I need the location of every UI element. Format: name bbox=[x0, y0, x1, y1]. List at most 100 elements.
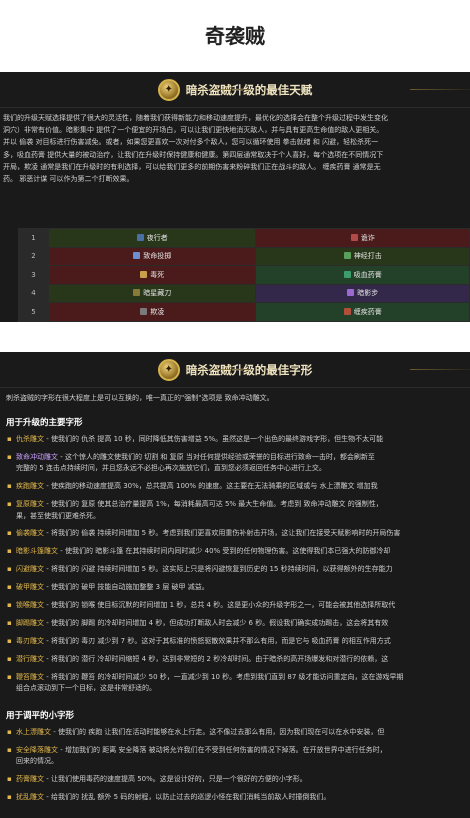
talent-level: 4 bbox=[18, 283, 49, 303]
talent-right[interactable]: 缠疾药膏 bbox=[255, 302, 470, 322]
intro-line: 多，吸血药膏 提供大量的被动治疗，让我们在升级时保持健康和健康。第四层通常取决于… bbox=[3, 150, 384, 159]
glyph-desc: - 这个惊人的雕文使我们的 切割 和 复原 当对任何提供经验或荣誉的目标进行致命… bbox=[58, 452, 375, 461]
talent-right[interactable]: 吸血药膏 bbox=[255, 265, 470, 285]
talent-left[interactable]: 欺凌 bbox=[47, 302, 257, 322]
talent-table: 1 夜行者 诡诈 2 致命投掷 神经打击 3 毒死 吸血药膏 4 暗星藏刀 暗影… bbox=[18, 228, 470, 322]
glyph-desc: - 使我们的 脚踢 的冷却时间增加 4 秒，但成功打断敌人时会减少 6 秒。假设… bbox=[44, 618, 389, 627]
talent-left-label: 欺凌 bbox=[150, 307, 165, 316]
talent-right-label: 缠疾药膏 bbox=[353, 307, 382, 316]
talent-icon bbox=[133, 252, 141, 260]
glyph-item: 药膏雕文 - 让我们使用毒药的速度提高 50%。这是设计好的，只是一个很好的方便… bbox=[7, 774, 470, 786]
major-glyphs-heading: 用于升级的主要字形 bbox=[6, 418, 83, 428]
glyph-item: 脚踢雕文 - 使我们的 脚踢 的冷却时间增加 4 秒，但成功打断敌人时会减少 6… bbox=[7, 618, 470, 630]
glyph-item: 潜行雕文 - 将我们的 潜行 冷却时间缩短 4 秒，达到非常短的 2 秒冷却时间… bbox=[7, 654, 470, 666]
talent-right[interactable]: 神经打击 bbox=[255, 246, 470, 266]
glyph-desc: - 将我们的 偷袭 持续时间增加 5 秒。考虑到我们更喜欢用重伤补射击开场，这让… bbox=[44, 529, 401, 538]
talent-row: 2 致命投掷 神经打击 bbox=[18, 246, 470, 266]
glyph-name[interactable]: 扰乱雕文 bbox=[16, 793, 44, 801]
talent-left[interactable]: 暗星藏刀 bbox=[47, 283, 257, 303]
talent-icon bbox=[347, 289, 355, 297]
talent-icon bbox=[136, 233, 144, 241]
glyph-desc: - 使我们的 锁喉 使目标沉默的时间增加 1 秒，总共 4 秒。这是更小众的升级… bbox=[44, 601, 396, 610]
talent-row: 5 欺凌 缠疾药膏 bbox=[18, 302, 470, 322]
glyph-item: 水上漂雕文 - 使我们的 疾跑 让我们在活动时能够在水上行走。这不像过去那么有用… bbox=[7, 727, 470, 739]
glyph-desc-cont: 回来的情况。 bbox=[16, 757, 58, 766]
glyph-name[interactable]: 潜行雕文 bbox=[16, 655, 44, 663]
glyph-name[interactable]: 水上漂雕文 bbox=[16, 728, 51, 736]
glyph-desc: - 将我们的 鞭笞 的冷却时间减少 50 秒，一直减少到 10 秒。考虑到我们直… bbox=[44, 672, 404, 681]
talent-row: 1 夜行者 诡诈 bbox=[18, 228, 470, 248]
glyph-desc: - 让我们使用毒药的速度提高 50%。这是设计好的，只是一个很好的方便的小字形。 bbox=[44, 775, 307, 784]
talents-panel: ✦ 暗杀盗贼升级的最佳天赋 我们的升级天赋选择提供了很大的灵活性，随着我们获得新… bbox=[0, 72, 470, 322]
glyph-item: 致命冲动雕文 - 这个惊人的雕文使我们的 切割 和 复原 当对任何提供经验或荣誉… bbox=[7, 452, 470, 475]
talent-icon bbox=[343, 307, 351, 315]
glyph-name[interactable]: 安全降落雕文 bbox=[16, 746, 58, 754]
glyph-desc: - 将我们的 潜行 冷却时间缩短 4 秒，达到非常短的 2 秒冷却时间。由于暗杀… bbox=[44, 654, 389, 663]
glyph-name[interactable]: 暗影斗篷雕文 bbox=[16, 547, 58, 555]
talent-level: 5 bbox=[18, 302, 49, 322]
talent-right[interactable]: 诡诈 bbox=[255, 228, 470, 248]
intro-line: 并以 偷袭 对目标进行伤害减免。或者，如果您更喜欢一次对付多个敌人，您可以循环使… bbox=[3, 138, 379, 147]
glyph-item: 暗影斗篷雕文 - 使我们的 暗影斗篷 在其持续时间内同时减少 40% 受到的任何… bbox=[7, 546, 470, 558]
glyph-item: 闪避雕文 - 将我们的 闪避 持续时间增加 5 秒。这实际上只是将闪避恢复到历史… bbox=[7, 564, 470, 576]
talent-level: 1 bbox=[18, 228, 49, 248]
glyphs-banner: ✦ 暗杀盗贼升级的最佳字形 bbox=[0, 352, 470, 388]
glyphs-title: 暗杀盗贼升级的最佳字形 bbox=[185, 362, 313, 377]
glyph-name[interactable]: 锁喉雕文 bbox=[16, 601, 44, 609]
talents-title: 暗杀盗贼升级的最佳天赋 bbox=[185, 82, 313, 97]
talent-left[interactable]: 致命投掷 bbox=[47, 246, 257, 266]
glyph-desc: - 使我们的 破甲 技能自动施加整整 3 层 破甲 减益。 bbox=[44, 583, 209, 592]
glyph-item: 安全降落雕文 - 增加我们的 距离 安全降落 被动将允许我们在不受到任何伤害的情… bbox=[7, 745, 470, 768]
glyph-name[interactable]: 毒刃雕文 bbox=[16, 637, 44, 645]
glyph-desc-cont: 组合点滚动到下一个目标，这是非常舒适的。 bbox=[16, 684, 156, 693]
glyph-item: 毒刃雕文 - 将我们的 毒刃 减少到 7 秒。这对于其标准的愤怒驱散效果并不那么… bbox=[7, 636, 470, 648]
talent-icon bbox=[343, 252, 351, 260]
glyph-name[interactable]: 破甲雕文 bbox=[16, 583, 44, 591]
glyph-desc-cont: 完整的 5 连击点持续时间，并且您永远不必担心再次施放它们，直到您必须返回任务中… bbox=[16, 464, 326, 473]
rogue-crest-icon: ✦ bbox=[157, 78, 180, 101]
talent-left[interactable]: 夜行者 bbox=[47, 228, 257, 248]
glyph-name[interactable]: 仇杀雕文 bbox=[16, 435, 44, 443]
intro-line: 开局，欺凌 通常是我们在升级时的有利选择，可以给我们更多的前期伤害来粉碎我们正在… bbox=[3, 162, 381, 171]
talent-level: 3 bbox=[18, 265, 49, 285]
minor-glyphs-heading: 用于调平的小字形 bbox=[6, 711, 75, 721]
talents-intro: 我们的升级天赋选择提供了很大的灵活性，随着我们获得新能力和移动速度提升，最优化的… bbox=[0, 108, 470, 185]
talent-icon bbox=[140, 270, 148, 278]
talents-banner: ✦ 暗杀盗贼升级的最佳天赋 bbox=[0, 72, 470, 108]
talent-icon bbox=[350, 233, 358, 241]
glyph-item: 复原雕文 - 使我们的 复原 使其总治疗量提高 1%，每消耗最高可达 5% 最大… bbox=[7, 499, 470, 522]
glyph-name[interactable]: 鞭笞雕文 bbox=[16, 673, 44, 681]
glyph-name[interactable]: 偷袭雕文 bbox=[16, 529, 44, 537]
talent-left[interactable]: 毒死 bbox=[47, 265, 257, 285]
glyph-desc: - 使我们的 复原 使其总治疗量提高 1%，每消耗最高可达 5% 最大生命值。考… bbox=[44, 500, 383, 509]
glyph-desc: - 使疾跑的移动速度提高 30%，总共提高 100% 的速度。这主要在无法骑乘的… bbox=[44, 482, 378, 491]
talent-left-label: 毒死 bbox=[150, 270, 165, 279]
glyph-desc: - 给我们的 扰乱 额外 5 码的射程，以防止过去的巡逻小怪在我们消耗当前敌人时… bbox=[44, 793, 331, 802]
glyph-name[interactable]: 致命冲动雕文 bbox=[16, 453, 58, 461]
intro-line: 药。 邪恶计谋 可以作为第二个打断效果。 bbox=[3, 175, 134, 184]
talent-right-label: 神经打击 bbox=[353, 252, 382, 261]
talent-right-label: 诡诈 bbox=[360, 233, 375, 242]
major-glyph-list: 仇杀雕文 - 使我们的 仇杀 提高 10 秒，同时降低其伤害增益 5%。虽然这是… bbox=[0, 434, 470, 695]
glyph-item: 扰乱雕文 - 给我们的 扰乱 额外 5 码的射程，以防止过去的巡逻小怪在我们消耗… bbox=[7, 792, 470, 804]
talent-icon bbox=[343, 270, 351, 278]
glyph-item: 疾跑雕文 - 使疾跑的移动速度提高 30%，总共提高 100% 的速度。这主要在… bbox=[7, 481, 470, 493]
talent-left-label: 暗星藏刀 bbox=[143, 289, 172, 298]
glyph-name[interactable]: 药膏雕文 bbox=[16, 775, 44, 783]
page-title: 奇袭贼 bbox=[205, 24, 265, 48]
talent-right[interactable]: 暗影步 bbox=[255, 283, 470, 303]
talent-row: 4 暗星藏刀 暗影步 bbox=[18, 283, 470, 303]
talent-level: 2 bbox=[18, 246, 49, 266]
glyph-item: 仇杀雕文 - 使我们的 仇杀 提高 10 秒，同时降低其伤害增益 5%。虽然这是… bbox=[7, 434, 470, 446]
talent-right-label: 吸血药膏 bbox=[353, 270, 382, 279]
glyph-name[interactable]: 脚踢雕文 bbox=[16, 619, 44, 627]
glyph-desc: - 增加我们的 距离 安全降落 被动将允许我们在不受到任何伤害的情况下掉落。在开… bbox=[58, 745, 387, 754]
glyph-desc: - 将我们的 毒刃 减少到 7 秒。这对于其标准的愤怒驱散效果并不那么有用，而是… bbox=[44, 636, 391, 645]
glyph-name[interactable]: 复原雕文 bbox=[16, 500, 44, 508]
glyph-item: 鞭笞雕文 - 将我们的 鞭笞 的冷却时间减少 50 秒，一直减少到 10 秒。考… bbox=[7, 672, 470, 695]
glyph-desc-cont: 果，甚至使我们更难杀死。 bbox=[16, 511, 100, 520]
intro-line: 我们的升级天赋选择提供了很大的灵活性，随着我们获得新能力和移动速度提升，最优化的… bbox=[3, 114, 388, 122]
glyph-name[interactable]: 疾跑雕文 bbox=[16, 482, 44, 490]
glyph-name[interactable]: 闪避雕文 bbox=[16, 565, 44, 573]
glyph-desc: - 使我们的 暗影斗篷 在其持续时间内同时减少 40% 受到的任何物理伤害。这使… bbox=[58, 547, 391, 556]
